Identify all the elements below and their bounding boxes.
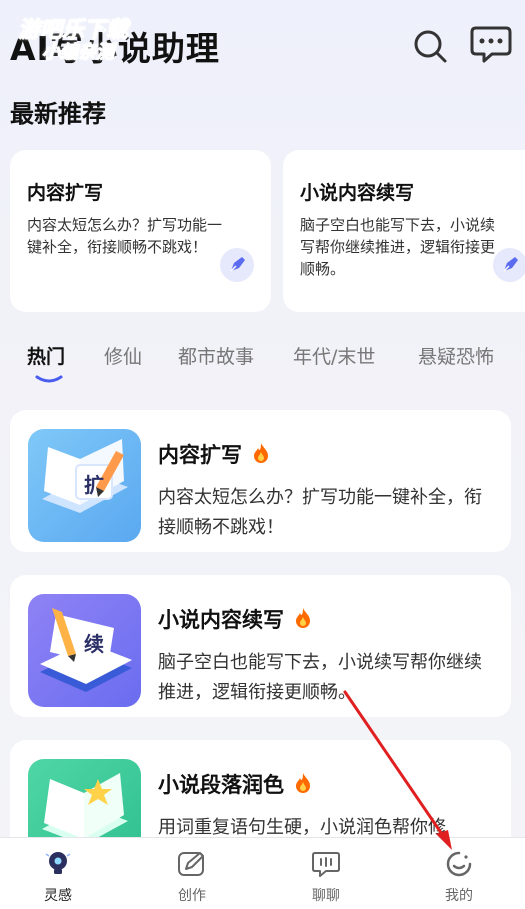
- search-icon[interactable]: [410, 26, 450, 66]
- list-item-expand[interactable]: 扩 内容扩写 内容太短怎么办？扩写功能一键补全，衔接顺畅不跳戏！: [10, 410, 511, 552]
- recommend-card-title: 小说内容续写: [300, 182, 415, 204]
- tab-era[interactable]: 年代/末世: [293, 342, 375, 369]
- recommend-card-expand[interactable]: 内容扩写 内容太短怎么办？扩写功能一键补全，衔接顺畅不跳戏！: [10, 150, 271, 312]
- list-item-title: 小说内容续写: [158, 604, 312, 634]
- create-icon: [178, 852, 204, 876]
- message-icon[interactable]: [470, 24, 512, 64]
- recommend-card-continue[interactable]: 小说内容续写 脑子空白也能写下去，小说续写帮你继续推进，逻辑衔接更顺畅。: [283, 150, 525, 312]
- nav-item-inspiration[interactable]: 灵感: [18, 838, 98, 909]
- nav-label: 聊聊: [312, 888, 340, 904]
- nav-item-profile[interactable]: 我的: [419, 838, 499, 909]
- tab-active-indicator: [35, 375, 63, 383]
- list-item-title-text: 小说内容续写: [158, 608, 284, 632]
- list-item-title-text: 小说段落润色: [158, 773, 284, 797]
- tab-xiuxian[interactable]: 修仙: [104, 342, 142, 369]
- nav-label: 灵感: [44, 888, 72, 904]
- tab-suspense[interactable]: 悬疑恐怖: [418, 342, 494, 369]
- book-continue-thumbnail: 续: [28, 594, 141, 707]
- nav-item-create[interactable]: 创作: [152, 838, 232, 909]
- pen-icon: [220, 248, 254, 282]
- list-item-desc: 脑子空白也能写下去，小说续写帮你继续推进，逻辑衔接更顺畅。: [158, 652, 482, 703]
- fire-icon: [294, 772, 312, 799]
- section-title-recommend: 最新推荐: [10, 100, 106, 128]
- pen-icon: [493, 248, 525, 282]
- recommend-card-desc: 脑子空白也能写下去，小说续写帮你继续推进，逻辑衔接更顺畅。: [300, 216, 496, 278]
- fire-icon: [294, 607, 312, 634]
- fire-icon: [252, 442, 270, 469]
- profile-icon: [446, 851, 472, 877]
- chat-icon: [312, 852, 340, 877]
- list-item-title: 小说段落润色: [158, 769, 312, 799]
- list-item-continue[interactable]: 续 小说内容续写 脑子空白也能写下去，小说续写帮你继续推进，逻辑衔接更顺畅。: [10, 575, 511, 717]
- book-expand-thumbnail: 扩: [28, 429, 141, 542]
- tab-urban[interactable]: 都市故事: [178, 342, 254, 369]
- nav-label: 我的: [445, 888, 473, 904]
- list-item-desc: 内容太短怎么办？扩写功能一键补全，衔接顺畅不跳戏！: [158, 487, 482, 538]
- list-item-title-text: 内容扩写: [158, 443, 242, 467]
- bottom-nav: 灵感 创作 聊聊 我的: [0, 837, 525, 909]
- recommend-card-title: 内容扩写: [27, 182, 104, 204]
- nav-label: 创作: [178, 888, 206, 904]
- watermark-line2: 小编亲测: [42, 42, 115, 64]
- list-item-title: 内容扩写: [158, 439, 270, 469]
- recommend-card-desc: 内容太短怎么办？扩写功能一键补全，衔接顺畅不跳戏！: [27, 216, 223, 256]
- tab-hot[interactable]: 热门: [27, 342, 65, 369]
- thumbnail-char: 续: [84, 632, 104, 656]
- bulb-icon: [45, 852, 71, 874]
- thumbnail-char: 扩: [84, 473, 104, 497]
- nav-item-chat[interactable]: 聊聊: [286, 838, 366, 909]
